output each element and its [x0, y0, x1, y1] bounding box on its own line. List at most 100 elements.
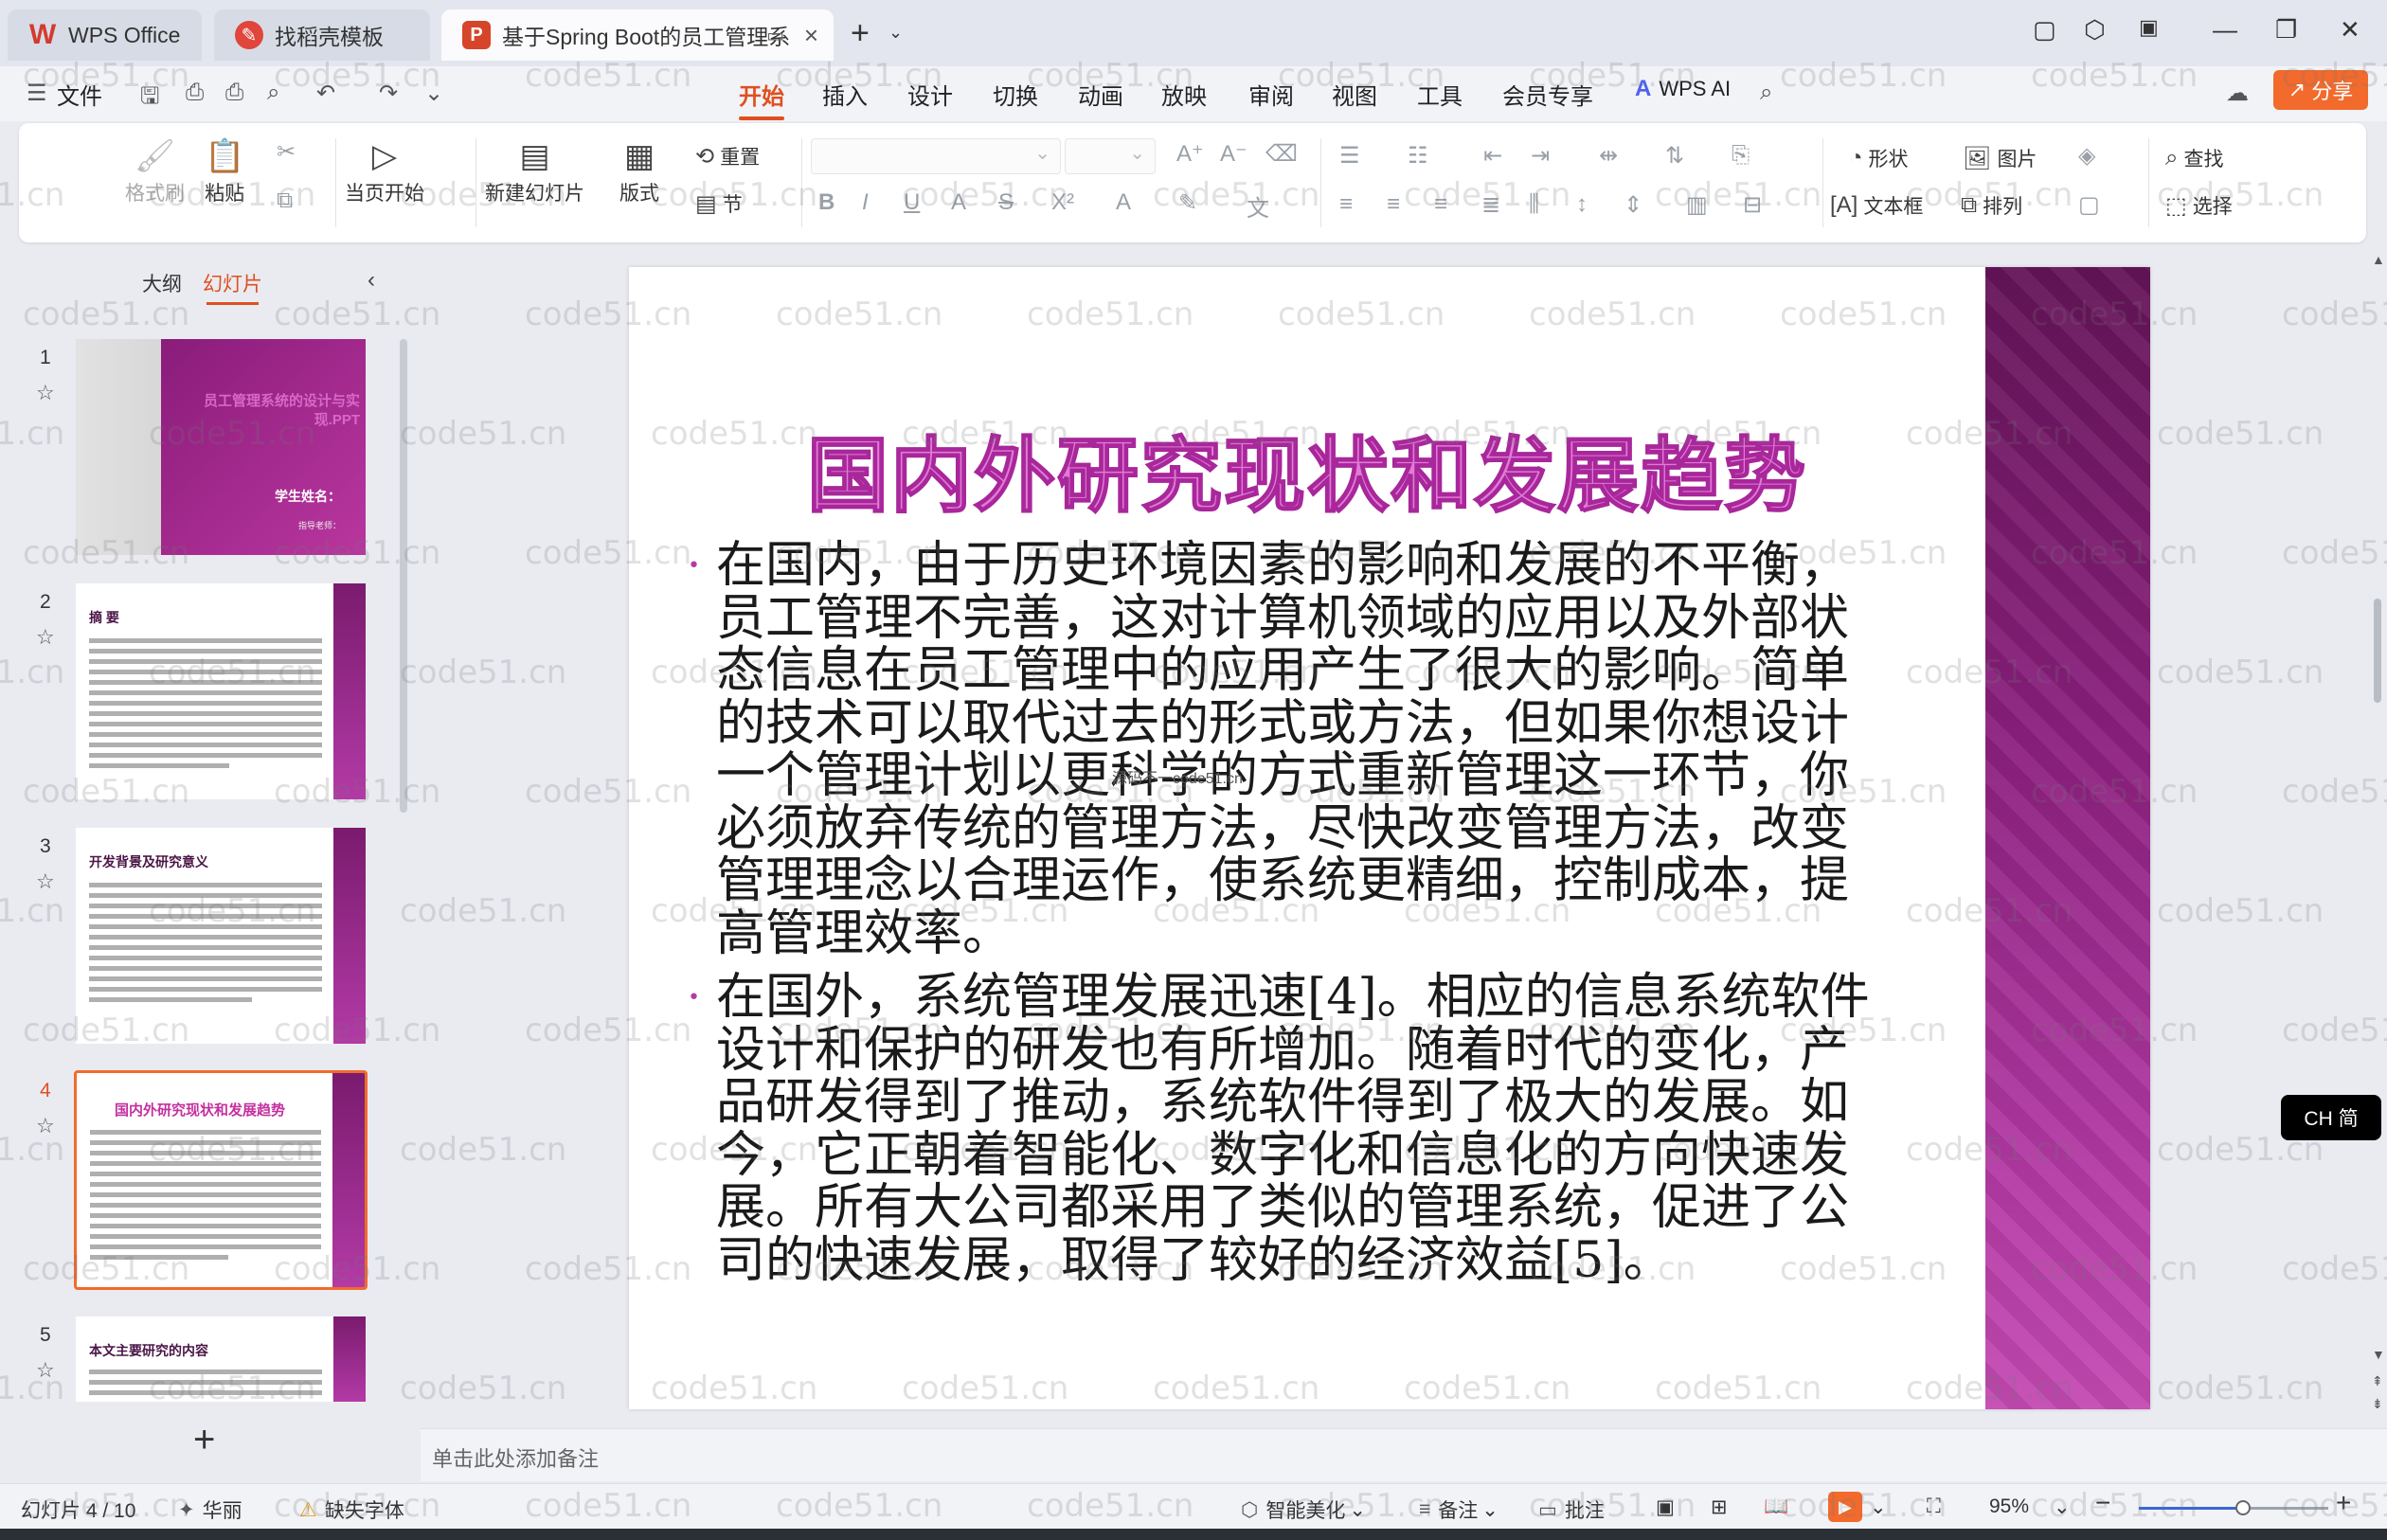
cube-icon[interactable]: ⬡ — [2084, 15, 2106, 45]
slide-thumbnail-5[interactable]: 本文主要研究的内容 — [74, 1315, 368, 1404]
menu-home[interactable]: 开始 — [739, 78, 784, 120]
menu-file[interactable]: 文件 — [57, 78, 102, 111]
section-button[interactable]: ▤ 节 — [695, 189, 743, 218]
zoom-slider[interactable] — [2139, 1500, 2328, 1515]
next-slide-icon[interactable]: ⇟ — [2372, 1396, 2383, 1412]
decrease-indent-icon[interactable]: ⇤ — [1483, 142, 1502, 170]
shrink-font-icon[interactable]: A⁻ — [1220, 140, 1247, 168]
text-direction-icon[interactable]: ⎘ — [1732, 142, 1750, 169]
fill-icon[interactable]: ◈ — [2078, 142, 2095, 170]
chevron-down-icon[interactable]: ⌄ — [888, 23, 903, 43]
close-tab-icon[interactable]: × — [804, 21, 818, 50]
chevron-down-icon[interactable]: ⌄ — [2054, 1495, 2071, 1519]
menu-slideshow[interactable]: 放映 — [1161, 78, 1207, 111]
print-icon[interactable]: ⎙ — [225, 80, 243, 106]
canvas-scrollbar[interactable]: ▲ ▼ ⇞ ⇟ — [2368, 248, 2387, 1423]
textbox-button[interactable]: [A] 文本框 — [1830, 191, 1923, 220]
shadow-icon[interactable]: A — [951, 189, 966, 216]
find-button[interactable]: ⌕ 查找 — [2165, 144, 2223, 172]
star-icon[interactable]: ☆ — [36, 869, 55, 894]
share-button[interactable]: ↗ 分享 — [2273, 70, 2368, 110]
layout-icon[interactable]: ▢ — [2033, 15, 2056, 45]
menu-review[interactable]: 审阅 — [1248, 78, 1294, 111]
maximize-icon[interactable]: ❐ — [2275, 15, 2297, 45]
slide-bullet-1[interactable]: • 在国内，由于历史环境因素的影响和发展的不平衡，员工管理不完善，这对计算机领域… — [688, 539, 1881, 960]
add-slide-icon[interactable]: + — [193, 1419, 215, 1461]
tab-outline[interactable]: 大纲 — [142, 269, 182, 297]
prev-slide-icon[interactable]: ⇞ — [2372, 1373, 2383, 1389]
underline-icon[interactable]: U — [904, 189, 920, 216]
menu-design[interactable]: 设计 — [907, 78, 953, 111]
superscript-icon[interactable]: X² — [1051, 189, 1074, 216]
zoom-knob[interactable] — [2235, 1500, 2251, 1515]
notes-toggle-button[interactable]: ≡ 备注 ⌄ — [1419, 1495, 1499, 1524]
columns-icon[interactable]: ▥ — [1686, 191, 1708, 219]
tab-template-store[interactable]: ✎ 找稻壳模板 — [214, 9, 430, 61]
increase-indent-icon[interactable]: ⇥ — [1531, 142, 1550, 170]
menu-tools[interactable]: 工具 — [1417, 78, 1463, 111]
align-center-icon[interactable]: ≡ — [1387, 191, 1400, 218]
save-icon[interactable]: 🖫 — [140, 80, 159, 118]
font-color-icon[interactable]: A — [1116, 189, 1131, 216]
tab-slides[interactable]: 幻灯片 — [203, 269, 262, 305]
font-size-select[interactable] — [1065, 138, 1156, 174]
numbered-list-icon[interactable]: ☷ — [1408, 142, 1428, 170]
format-painter-button[interactable]: 🖌 格式刷 — [125, 134, 185, 206]
menu-member[interactable]: 会员专享 — [1502, 78, 1593, 111]
align-right-icon[interactable]: ≡ — [1434, 191, 1447, 218]
fit-window-icon[interactable]: ⛶ — [1927, 1495, 1941, 1518]
ime-indicator[interactable]: CH 简 — [2281, 1095, 2381, 1140]
missing-font-indicator[interactable]: ⚠ 缺失字体 — [299, 1495, 404, 1524]
highlight-icon[interactable]: ✎ — [1178, 189, 1197, 217]
bold-icon[interactable]: B — [818, 189, 835, 216]
menu-insert[interactable]: 插入 — [822, 78, 868, 111]
copy-icon[interactable]: ⧉ — [277, 188, 293, 214]
chevron-down-icon[interactable]: ⌄ — [1870, 1495, 1887, 1519]
bullet-list-icon[interactable]: ☰ — [1339, 142, 1360, 170]
slide-bullet-2[interactable]: • 在国外，系统管理发展迅速[4]。相应的信息系统软件设计和保护的研发也有所增加… — [688, 971, 1881, 1287]
new-slide-button[interactable]: ▤ 新建幻灯片 — [485, 134, 584, 206]
para-spacing-icon[interactable]: ⇕ — [1624, 191, 1642, 219]
distribute-icon[interactable]: ⫼ — [1529, 191, 1539, 218]
menu-view[interactable]: 视图 — [1332, 78, 1377, 111]
new-tab-icon[interactable]: + — [851, 15, 870, 52]
star-icon[interactable]: ☆ — [36, 381, 55, 405]
hamburger-icon[interactable]: ☰ — [27, 80, 47, 107]
align-text-icon[interactable]: ⊟ — [1743, 191, 1762, 219]
font-family-select[interactable] — [811, 138, 1061, 174]
tab-current-document[interactable]: P 基于Spring Boot的员工管理系 ▭ × — [441, 9, 834, 61]
shape-button[interactable]: ◔ 形状 — [1849, 144, 1909, 172]
comments-button[interactable]: ▭ 批注 — [1538, 1495, 1605, 1524]
select-button[interactable]: ⬚ 选择 — [2165, 191, 2233, 220]
avatar[interactable]: ▣ — [2139, 15, 2159, 40]
reading-view-icon[interactable]: 📖 — [1764, 1495, 1788, 1518]
smart-beautify-button[interactable]: ⬡ 智能美化 ⌄ — [1241, 1495, 1366, 1524]
picture-button[interactable]: 🖼 图片 — [1963, 144, 2037, 172]
justify-icon[interactable]: ≣ — [1481, 191, 1500, 219]
minimize-icon[interactable]: — — [2213, 15, 2237, 45]
scroll-up-icon[interactable]: ▲ — [2372, 252, 2385, 267]
sort-icon[interactable]: ⇅ — [1665, 142, 1684, 170]
chevron-down-icon[interactable]: ⌄ — [424, 80, 443, 107]
monitor-icon[interactable]: ▭ — [766, 24, 784, 47]
tab-wps-office[interactable]: W WPS Office — [8, 9, 202, 61]
cloud-icon[interactable]: ☁ — [2226, 80, 2249, 107]
outline-icon[interactable]: ▢ — [2078, 191, 2100, 219]
zoom-out-icon[interactable]: − — [2095, 1488, 2110, 1518]
play-from-current-button[interactable]: ▷ 当页开始 — [345, 134, 424, 206]
star-icon[interactable]: ☆ — [36, 1358, 55, 1383]
pinyin-icon[interactable]: 文 — [1247, 189, 1269, 223]
panel-scrollbar[interactable] — [400, 339, 407, 813]
text-spacing-icon[interactable]: ⇹ — [1599, 142, 1618, 170]
export-icon[interactable]: ⎙ — [186, 80, 204, 106]
zoom-in-icon[interactable]: + — [2336, 1488, 2351, 1518]
italic-icon[interactable]: I — [862, 189, 869, 216]
normal-view-icon[interactable]: ▣ — [1656, 1495, 1675, 1519]
align-left-icon[interactable]: ≡ — [1339, 191, 1353, 218]
slide-thumbnail-3[interactable]: 开发背景及研究意义 — [74, 826, 368, 1046]
reset-button[interactable]: ⟲ 重置 — [695, 142, 760, 170]
slide-thumbnail-4[interactable]: 国内外研究现状和发展趋势 — [74, 1070, 368, 1290]
print-preview-icon[interactable]: ⌕ — [267, 80, 279, 106]
search-icon[interactable]: ⌕ — [1760, 80, 1772, 106]
slide-title[interactable]: 国内外研究现状和发展趋势 — [629, 409, 1985, 528]
